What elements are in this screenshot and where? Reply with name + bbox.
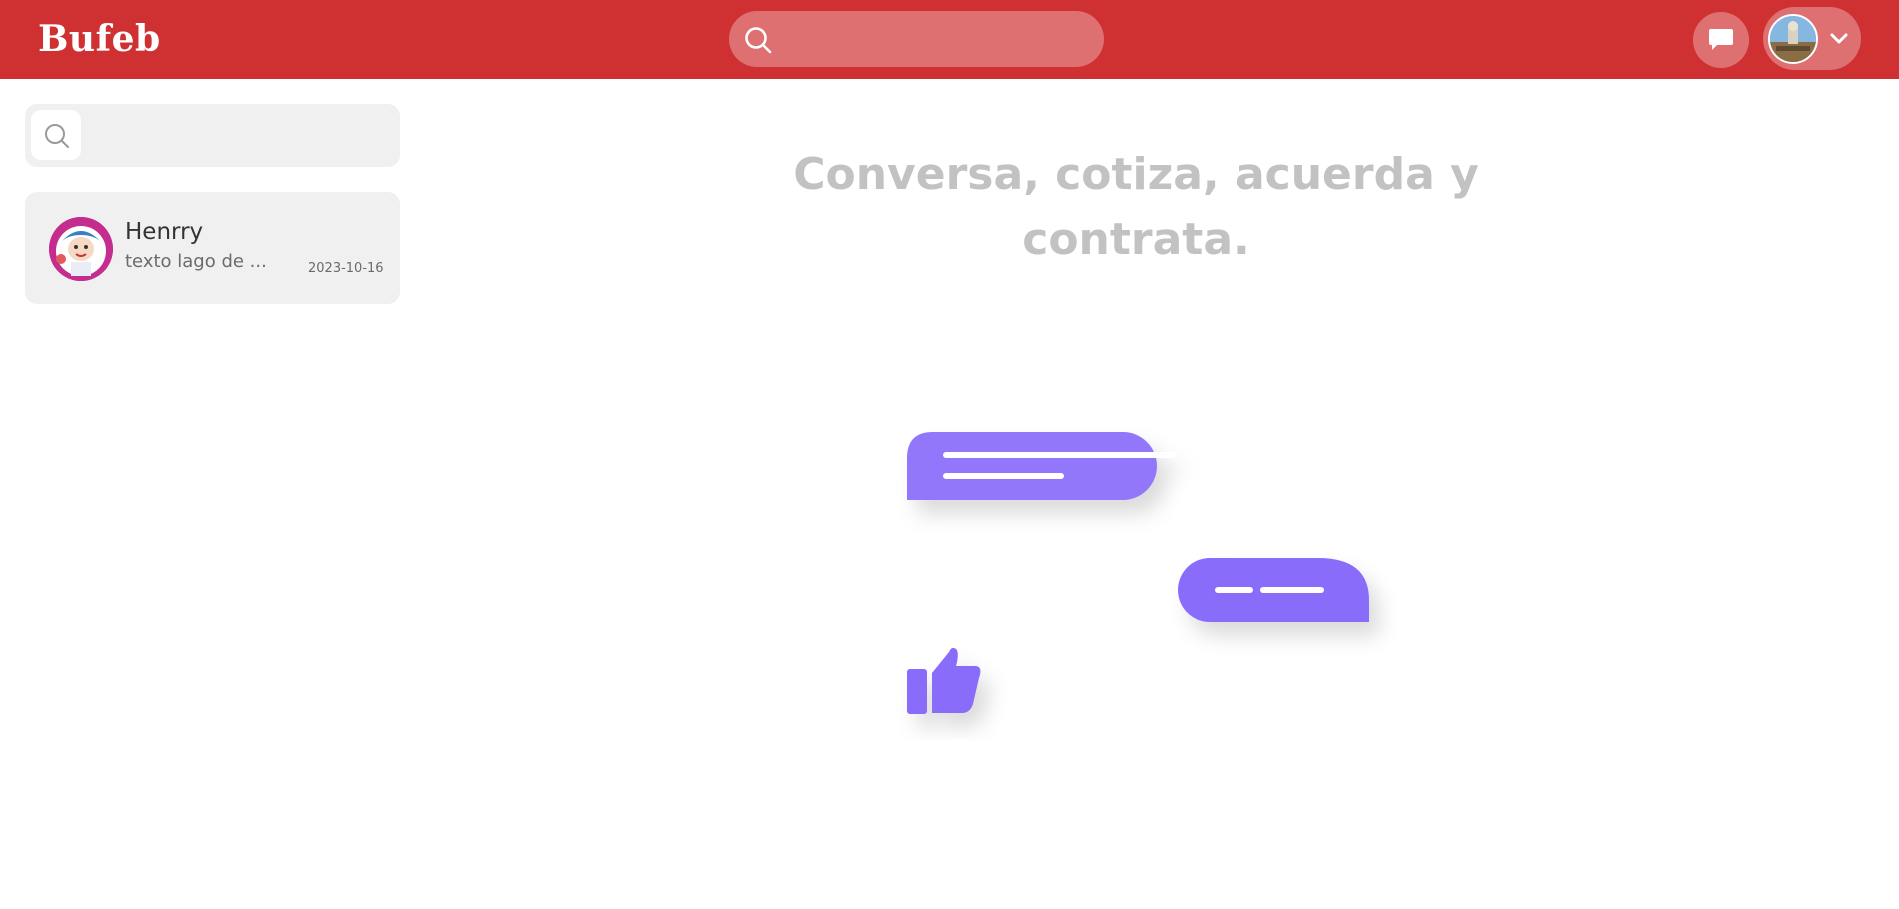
last-message-preview: texto lago de ... [125,251,267,272]
headline-line-1: Conversa, cotiza, acuerda y [793,149,1479,200]
profile-menu-button[interactable] [1763,7,1861,70]
chat-bubble-right-illustration [1178,558,1369,622]
messages-button[interactable] [1693,12,1749,68]
last-message-date: 2023-10-16 [308,261,384,276]
user-avatar [1768,14,1818,64]
app-logo[interactable]: Bufeb [38,18,161,60]
search-icon [45,124,69,148]
empty-state-headline: Conversa, cotiza, acuerda y contrata. [760,142,1512,272]
chat-bubble-left-illustration [907,432,1176,500]
thumbs-up-icon [907,647,981,714]
chevron-down-icon [1830,33,1848,44]
contact-name: Henrry [125,219,204,245]
conversation-search-input[interactable] [91,116,386,156]
global-search-box[interactable] [729,11,1104,67]
search-icon-container [31,110,81,160]
global-search-input[interactable] [785,19,1085,59]
conversation-list-item[interactable]: Henrry texto lago de ... 2023-10-16 [25,192,400,304]
chat-bubble-icon [1709,29,1733,50]
chat-illustration [907,432,1369,714]
conversation-search-box[interactable] [25,104,400,167]
search-icon [745,27,772,54]
top-navigation-bar: Bufeb [0,0,1899,79]
headline-line-2: contrata. [1022,214,1250,265]
contact-avatar [49,217,113,281]
